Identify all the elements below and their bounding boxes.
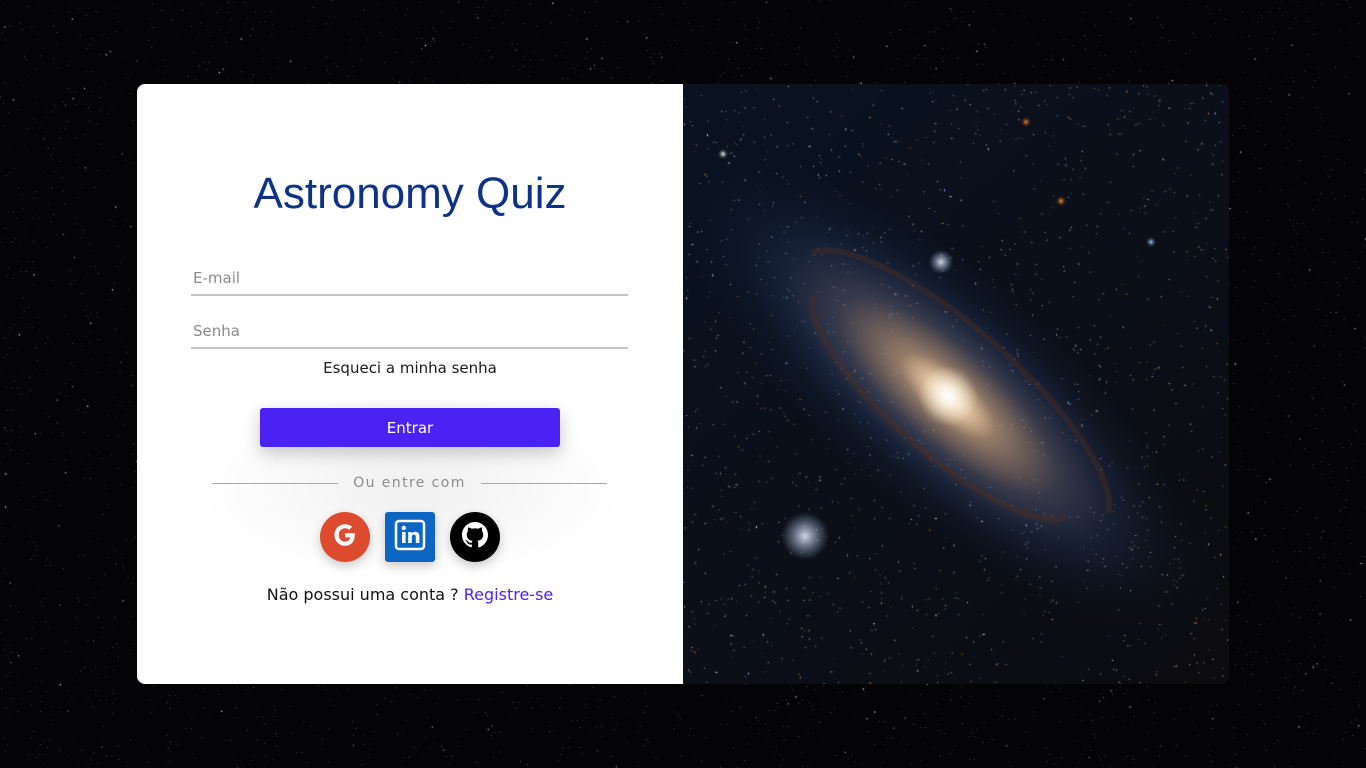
password-input[interactable] <box>191 317 632 345</box>
galaxy-image <box>683 84 1229 684</box>
google-login-button[interactable] <box>320 512 370 562</box>
linkedin-icon <box>394 519 426 555</box>
login-form-panel: Astronomy Quiz Esqueci a minha senha Ent… <box>137 84 683 684</box>
galaxy-image-panel <box>683 84 1229 684</box>
email-field <box>191 264 632 296</box>
login-card: Astronomy Quiz Esqueci a minha senha Ent… <box>137 84 1229 684</box>
login-button[interactable]: Entrar <box>260 408 560 447</box>
email-input[interactable] <box>191 264 632 292</box>
password-field <box>191 317 632 349</box>
github-login-button[interactable] <box>450 512 500 562</box>
github-icon <box>459 519 491 555</box>
page-title: Astronomy Quiz <box>253 169 567 218</box>
google-icon <box>330 520 360 554</box>
forgot-password-link[interactable]: Esqueci a minha senha <box>137 359 683 377</box>
linkedin-login-button[interactable] <box>385 512 435 562</box>
signup-link[interactable]: Registre-se <box>464 585 553 604</box>
divider-line-left <box>212 482 339 484</box>
social-login-buttons <box>137 512 683 562</box>
signup-prompt: Não possui uma conta ? Registre-se <box>137 585 683 604</box>
signup-question: Não possui uma conta ? <box>266 585 459 604</box>
social-login-divider: Ou entre com <box>212 475 607 491</box>
divider-line-right <box>480 482 607 484</box>
divider-label: Ou entre com <box>353 475 466 491</box>
